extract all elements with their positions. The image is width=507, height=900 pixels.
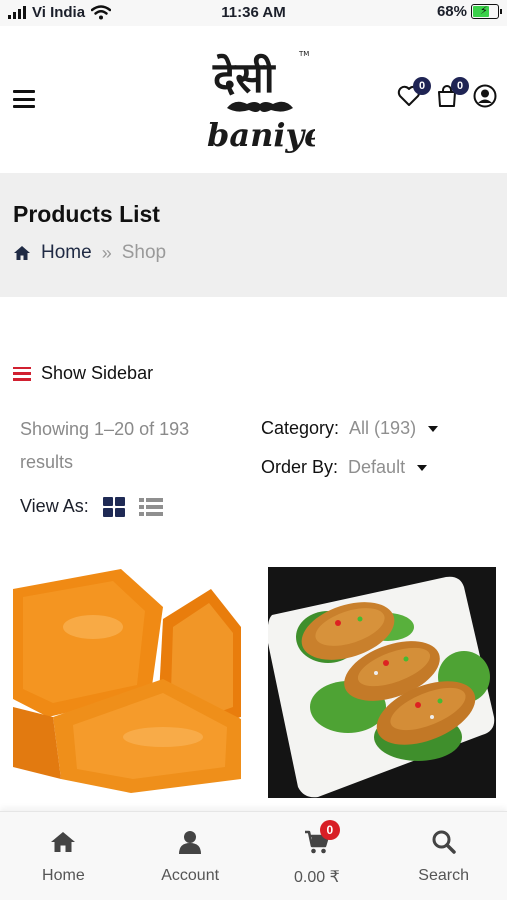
nav-cart-total: 0.00 ₹ <box>293 869 340 886</box>
carrier-name: Vi India <box>32 4 86 21</box>
status-bar: Vi India 11:36 AM 68% ⚡ <box>0 0 507 26</box>
category-filter[interactable]: Category: All (193) <box>261 418 439 439</box>
order-by-dropdown-icon <box>417 464 428 471</box>
account-button[interactable] <box>473 84 497 108</box>
breadcrumb-current: Shop <box>121 242 167 263</box>
view-as-label: View As: <box>20 496 89 516</box>
bottom-cart-badge: 0 <box>319 820 340 840</box>
wishlist-button[interactable]: 0 <box>397 77 431 108</box>
category-dropdown-icon <box>428 425 439 432</box>
nav-home[interactable]: Home <box>0 812 127 900</box>
nav-cart[interactable]: 0 0.00 ₹ <box>254 812 381 900</box>
order-by-label: Order By: <box>261 457 339 477</box>
cart-button[interactable]: 0 <box>435 77 469 108</box>
product-card[interactable] <box>13 567 241 798</box>
wifi-icon <box>91 5 112 20</box>
category-value: All (193) <box>349 418 417 438</box>
svg-text:TM: TM <box>298 50 309 58</box>
header-actions: 0 0 <box>397 77 497 108</box>
svg-text:baniye: baniye <box>207 116 315 154</box>
product-card[interactable] <box>268 567 496 798</box>
sidebar-menu-icon <box>13 366 31 381</box>
battery-percent: 68% <box>436 3 467 20</box>
signal-icon <box>8 6 26 19</box>
breadcrumb-separator: » <box>101 242 112 263</box>
brand-logo[interactable]: देसी TM baniye <box>205 42 315 158</box>
nav-search-label: Search <box>418 867 469 884</box>
user-circle-icon <box>473 84 497 108</box>
breadcrumb: Home » Shop <box>13 242 166 264</box>
cart-count-badge: 0 <box>451 77 469 95</box>
site-header: देसी TM baniye 0 0 <box>0 26 507 173</box>
list-view-icon[interactable] <box>138 497 163 516</box>
home-icon <box>14 246 30 260</box>
nav-home-label: Home <box>42 867 85 884</box>
home-icon <box>51 832 76 852</box>
nav-account[interactable]: Account <box>127 812 254 900</box>
svg-text:देसी: देसी <box>212 53 277 102</box>
menu-icon[interactable] <box>13 90 35 108</box>
cart-icon-wrap: 0 <box>304 820 340 855</box>
nav-search[interactable]: Search <box>380 812 507 900</box>
status-right: 68% ⚡ <box>436 3 502 20</box>
page-title: Products List <box>13 201 160 227</box>
product-image-orange-sweets <box>13 567 241 798</box>
breadcrumb-home-link[interactable]: Home <box>41 242 92 264</box>
status-left: Vi India <box>8 4 112 21</box>
order-by-filter[interactable]: Order By: Default <box>261 457 428 478</box>
grid-view-icon[interactable] <box>102 496 125 517</box>
user-icon <box>179 831 202 854</box>
wishlist-count-badge: 0 <box>413 77 431 95</box>
battery-icon: ⚡ <box>471 4 502 19</box>
bottom-navigation: Home Account 0 0.00 ₹ Search <box>0 811 507 900</box>
search-icon <box>432 830 456 854</box>
category-label: Category: <box>261 418 340 438</box>
nav-account-label: Account <box>161 867 220 884</box>
breadcrumb-section: Products List Home » Shop <box>0 173 507 297</box>
order-by-value: Default <box>348 457 406 477</box>
product-image-cutlets <box>268 567 496 798</box>
show-sidebar-button[interactable]: Show Sidebar <box>13 363 153 384</box>
results-count: Showing 1–20 of 193 results <box>20 419 190 472</box>
view-as: View As: <box>20 496 163 517</box>
show-sidebar-label: Show Sidebar <box>41 363 154 383</box>
